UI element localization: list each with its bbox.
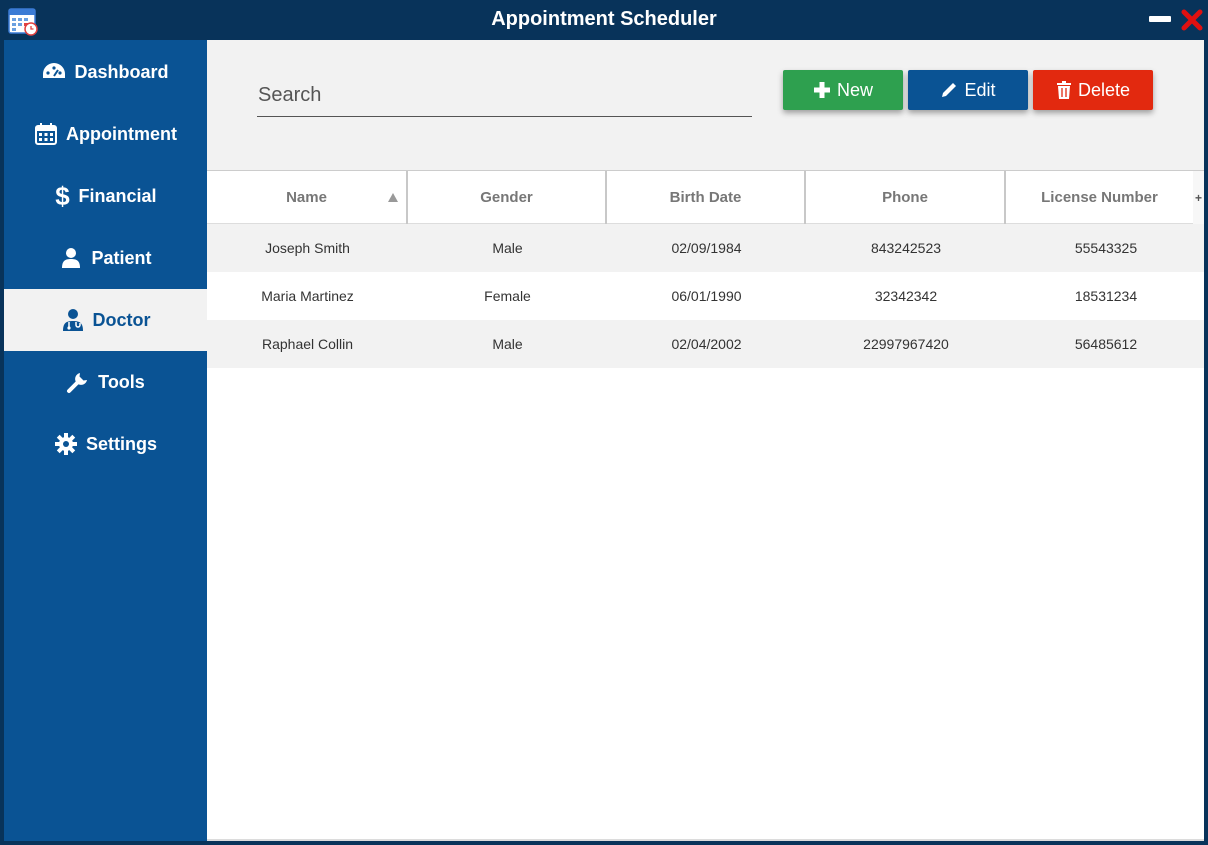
title-bar: Appointment Scheduler (0, 0, 1208, 40)
table-bottom-border (207, 839, 1204, 841)
trash-icon (1056, 81, 1071, 99)
cell-license-number: 18531234 (1074, 288, 1138, 304)
column-header-name[interactable]: Name (207, 171, 408, 224)
column-header-gender[interactable]: Gender (408, 171, 607, 224)
plus-icon (813, 82, 830, 98)
cell-phone: 22997967420 (863, 336, 949, 352)
sidebar-item-financial[interactable]: $ Financial (4, 165, 207, 227)
minimize-button[interactable] (1149, 10, 1171, 28)
column-header-birth-date[interactable]: Birth Date (607, 171, 806, 224)
cell-gender: Male (492, 240, 523, 256)
cell-license-number: 55543325 (1074, 240, 1138, 256)
search-input[interactable] (257, 74, 752, 117)
dollar-icon: $ (55, 180, 70, 211)
cell-gender: Male (492, 336, 523, 352)
cell-phone: 32342342 (874, 288, 938, 304)
close-icon[interactable] (1180, 8, 1204, 32)
cell-birth-date: 06/01/1990 (671, 288, 742, 304)
sidebar-item-label: Settings (85, 433, 157, 454)
cell-name: Maria Martinez (261, 288, 354, 304)
edit-button[interactable]: Edit (908, 70, 1028, 110)
sidebar-item-dashboard[interactable]: Dashboard (4, 41, 207, 103)
cell-name: Joseph Smith (265, 240, 350, 256)
window-title: Appointment Scheduler (491, 8, 717, 30)
table-row[interactable]: Maria Martinez Female 06/01/1990 3234234… (207, 272, 1204, 320)
sidebar-item-label: Doctor (92, 309, 151, 330)
sidebar: Dashboard Appointment $ Financial Patien… (4, 40, 207, 841)
gear-icon (54, 432, 78, 456)
delete-button-label: Delete (1077, 79, 1131, 100)
sidebar-item-appointment[interactable]: Appointment (4, 103, 207, 165)
pencil-icon (942, 83, 957, 97)
sidebar-item-settings[interactable]: Settings (4, 413, 207, 475)
table-row[interactable]: Joseph Smith Male 02/09/1984 843242523 5… (207, 224, 1204, 272)
new-button[interactable]: New (783, 70, 903, 110)
cell-license-number: 56485612 (1074, 336, 1138, 352)
main-panel: New Edit Delete Name Gender Birth Date P… (207, 40, 1204, 841)
sidebar-item-label: Dashboard (74, 61, 169, 82)
new-button-label: New (836, 79, 873, 100)
table-header: Name Gender Birth Date Phone License Num… (207, 170, 1204, 224)
calendar-icon (34, 122, 58, 146)
sidebar-item-doctor[interactable]: Doctor (4, 289, 207, 351)
dashboard-icon (42, 60, 66, 84)
cell-name: Raphael Collin (261, 336, 354, 352)
delete-button[interactable]: Delete (1033, 70, 1153, 110)
sidebar-item-label: Tools (98, 371, 145, 392)
sidebar-item-patient[interactable]: Patient (4, 227, 207, 289)
sidebar-item-label: Financial (78, 185, 157, 206)
add-column-button[interactable]: + (1193, 171, 1204, 224)
sidebar-item-label: Patient (91, 247, 152, 268)
sidebar-item-label: Appointment (66, 123, 177, 144)
column-header-license-number[interactable]: License Number (1006, 171, 1193, 224)
sidebar-item-tools[interactable]: Tools (4, 351, 207, 413)
edit-button-label: Edit (964, 79, 996, 100)
table-row[interactable]: Raphael Collin Male 02/04/2002 229979674… (207, 320, 1204, 368)
cell-birth-date: 02/04/2002 (671, 336, 742, 352)
doctor-icon (61, 308, 85, 332)
cell-gender: Female (484, 288, 531, 304)
user-icon (59, 246, 83, 270)
wrench-icon (66, 370, 90, 394)
cell-phone: 843242523 (870, 240, 942, 256)
sort-ascending-icon (388, 193, 398, 202)
cell-birth-date: 02/09/1984 (671, 240, 742, 256)
column-header-phone[interactable]: Phone (806, 171, 1006, 224)
toolbar: New Edit Delete (207, 40, 1204, 170)
